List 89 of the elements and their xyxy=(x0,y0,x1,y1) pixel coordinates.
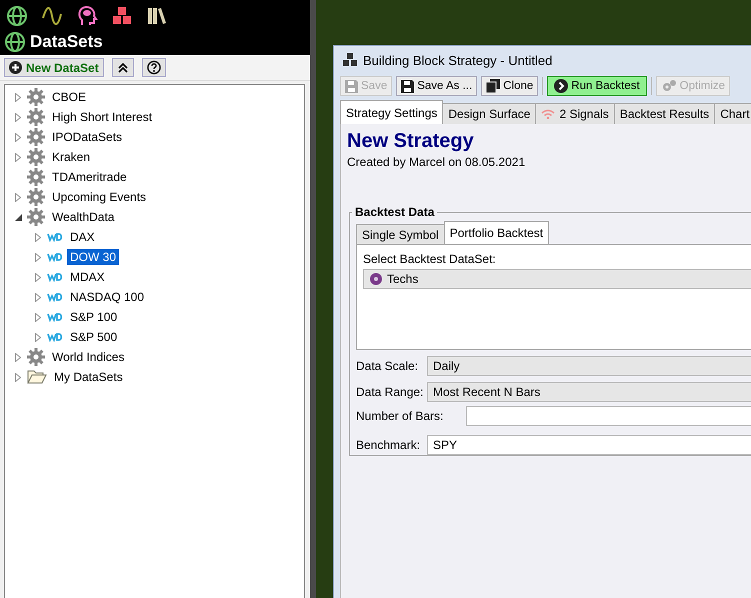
select-label: Select Backtest DataSet: xyxy=(363,252,497,266)
globe-icon xyxy=(4,31,26,53)
tree-item[interactable]: S&P 100 xyxy=(67,309,120,325)
tab[interactable]: Single Symbol xyxy=(356,224,445,244)
tree-item[interactable]: IPODataSets xyxy=(49,129,126,145)
tree-item[interactable]: MDAX xyxy=(67,269,108,285)
help-button[interactable] xyxy=(142,58,166,77)
plus-icon xyxy=(9,61,22,74)
tree-item[interactable]: TDAmeritrade xyxy=(49,169,130,185)
signal-icon xyxy=(541,109,556,119)
play-icon xyxy=(554,79,568,93)
field-label: Data Range: xyxy=(356,385,424,399)
tree-item[interactable]: Upcoming Events xyxy=(49,189,150,205)
tree-item[interactable]: CBOE xyxy=(49,89,90,105)
tree-item[interactable]: DOW 30 xyxy=(67,249,120,265)
tree-item[interactable]: World Indices xyxy=(49,349,128,365)
field-label: Number of Bars: xyxy=(356,409,444,423)
double-chevron-up-icon xyxy=(118,62,128,72)
tree-item[interactable]: NASDAQ 100 xyxy=(67,289,148,305)
gear-icon xyxy=(27,108,45,126)
wd-logo-icon xyxy=(47,232,63,242)
panel-title: DataSets xyxy=(30,32,103,52)
gear-icon xyxy=(27,168,45,186)
gear-icon xyxy=(27,88,45,106)
folder-icon xyxy=(27,369,47,385)
collapse-arrow-icon[interactable] xyxy=(14,214,22,220)
field-label: Benchmark: xyxy=(356,438,422,452)
gear-icon xyxy=(27,188,45,206)
help-icon xyxy=(146,60,161,75)
wd-logo-icon xyxy=(47,272,63,282)
expand-arrow-icon[interactable] xyxy=(15,152,21,162)
expand-arrow-icon[interactable] xyxy=(35,332,41,342)
globe-icon[interactable] xyxy=(6,5,28,27)
expand-arrow-icon[interactable] xyxy=(35,312,41,322)
expand-arrow-icon[interactable] xyxy=(35,292,41,302)
tab[interactable]: Portfolio Backtest xyxy=(444,221,550,244)
wd-logo-icon xyxy=(47,292,63,302)
books-icon[interactable] xyxy=(146,5,168,27)
created-by-text: Created by Marcel on 08.05.2021 xyxy=(347,155,526,171)
expand-arrow-icon[interactable] xyxy=(15,92,21,102)
dataset-icon xyxy=(370,273,382,285)
run-backtest-button[interactable]: Run Backtest xyxy=(547,76,647,96)
tree-item[interactable]: S&P 500 xyxy=(67,329,120,345)
dataset-dropdown[interactable]: Techs xyxy=(363,269,751,289)
tab[interactable]: Backtest Results xyxy=(614,103,716,124)
wd-logo-icon xyxy=(47,252,63,262)
expand-arrow-icon[interactable] xyxy=(15,132,21,142)
tree-item[interactable]: High Short Interest xyxy=(49,109,156,125)
tree-item[interactable]: Kraken xyxy=(49,149,94,165)
input-field[interactable]: SPY xyxy=(427,435,751,455)
tab[interactable]: Chart xyxy=(714,103,751,124)
expand-arrow-icon[interactable] xyxy=(15,352,21,362)
dropdown[interactable]: Most Recent N Bars xyxy=(427,382,751,402)
tab[interactable]: Design Surface xyxy=(442,103,536,124)
cubes-icon[interactable] xyxy=(111,5,133,27)
tab[interactable]: Strategy Settings xyxy=(340,100,444,124)
gear-icon xyxy=(27,348,45,366)
expand-arrow-icon[interactable] xyxy=(15,372,21,382)
wave-icon[interactable] xyxy=(41,5,63,27)
collapse-button[interactable] xyxy=(112,58,134,77)
wd-logo-icon xyxy=(47,332,63,342)
gear-icon xyxy=(27,148,45,166)
tree-item[interactable]: DAX xyxy=(67,229,98,245)
wd-logo-icon xyxy=(47,312,63,322)
gear-icon xyxy=(27,208,45,226)
tree-item[interactable]: WealthData xyxy=(49,209,118,225)
clone-button[interactable]: Clone xyxy=(481,76,538,96)
field-label: Data Scale: xyxy=(356,359,420,373)
blocks-icon xyxy=(342,53,358,67)
save-button[interactable]: Save As ... xyxy=(396,76,478,96)
dropdown[interactable]: Daily xyxy=(427,356,751,376)
floppy-icon xyxy=(345,80,358,92)
gear-icon xyxy=(27,128,45,146)
input-field[interactable] xyxy=(466,406,751,426)
expand-arrow-icon[interactable] xyxy=(35,272,41,282)
new-dataset-button[interactable]: New DataSet xyxy=(4,58,104,77)
expand-arrow-icon[interactable] xyxy=(35,232,41,242)
expand-arrow-icon[interactable] xyxy=(15,192,21,202)
tab[interactable]: 2 Signals xyxy=(535,103,615,124)
strategy-name: New Strategy xyxy=(347,130,475,154)
group-title: Backtest Data xyxy=(354,205,436,219)
copy-icon xyxy=(486,79,500,93)
gears-icon xyxy=(660,79,677,93)
tree-item[interactable]: My DataSets xyxy=(51,369,126,385)
head-icon[interactable] xyxy=(76,5,98,27)
expand-arrow-icon[interactable] xyxy=(15,112,21,122)
expand-arrow-icon[interactable] xyxy=(35,252,41,262)
window-title: Building Block Strategy - Untitled xyxy=(363,52,552,68)
floppy-icon xyxy=(401,80,414,92)
